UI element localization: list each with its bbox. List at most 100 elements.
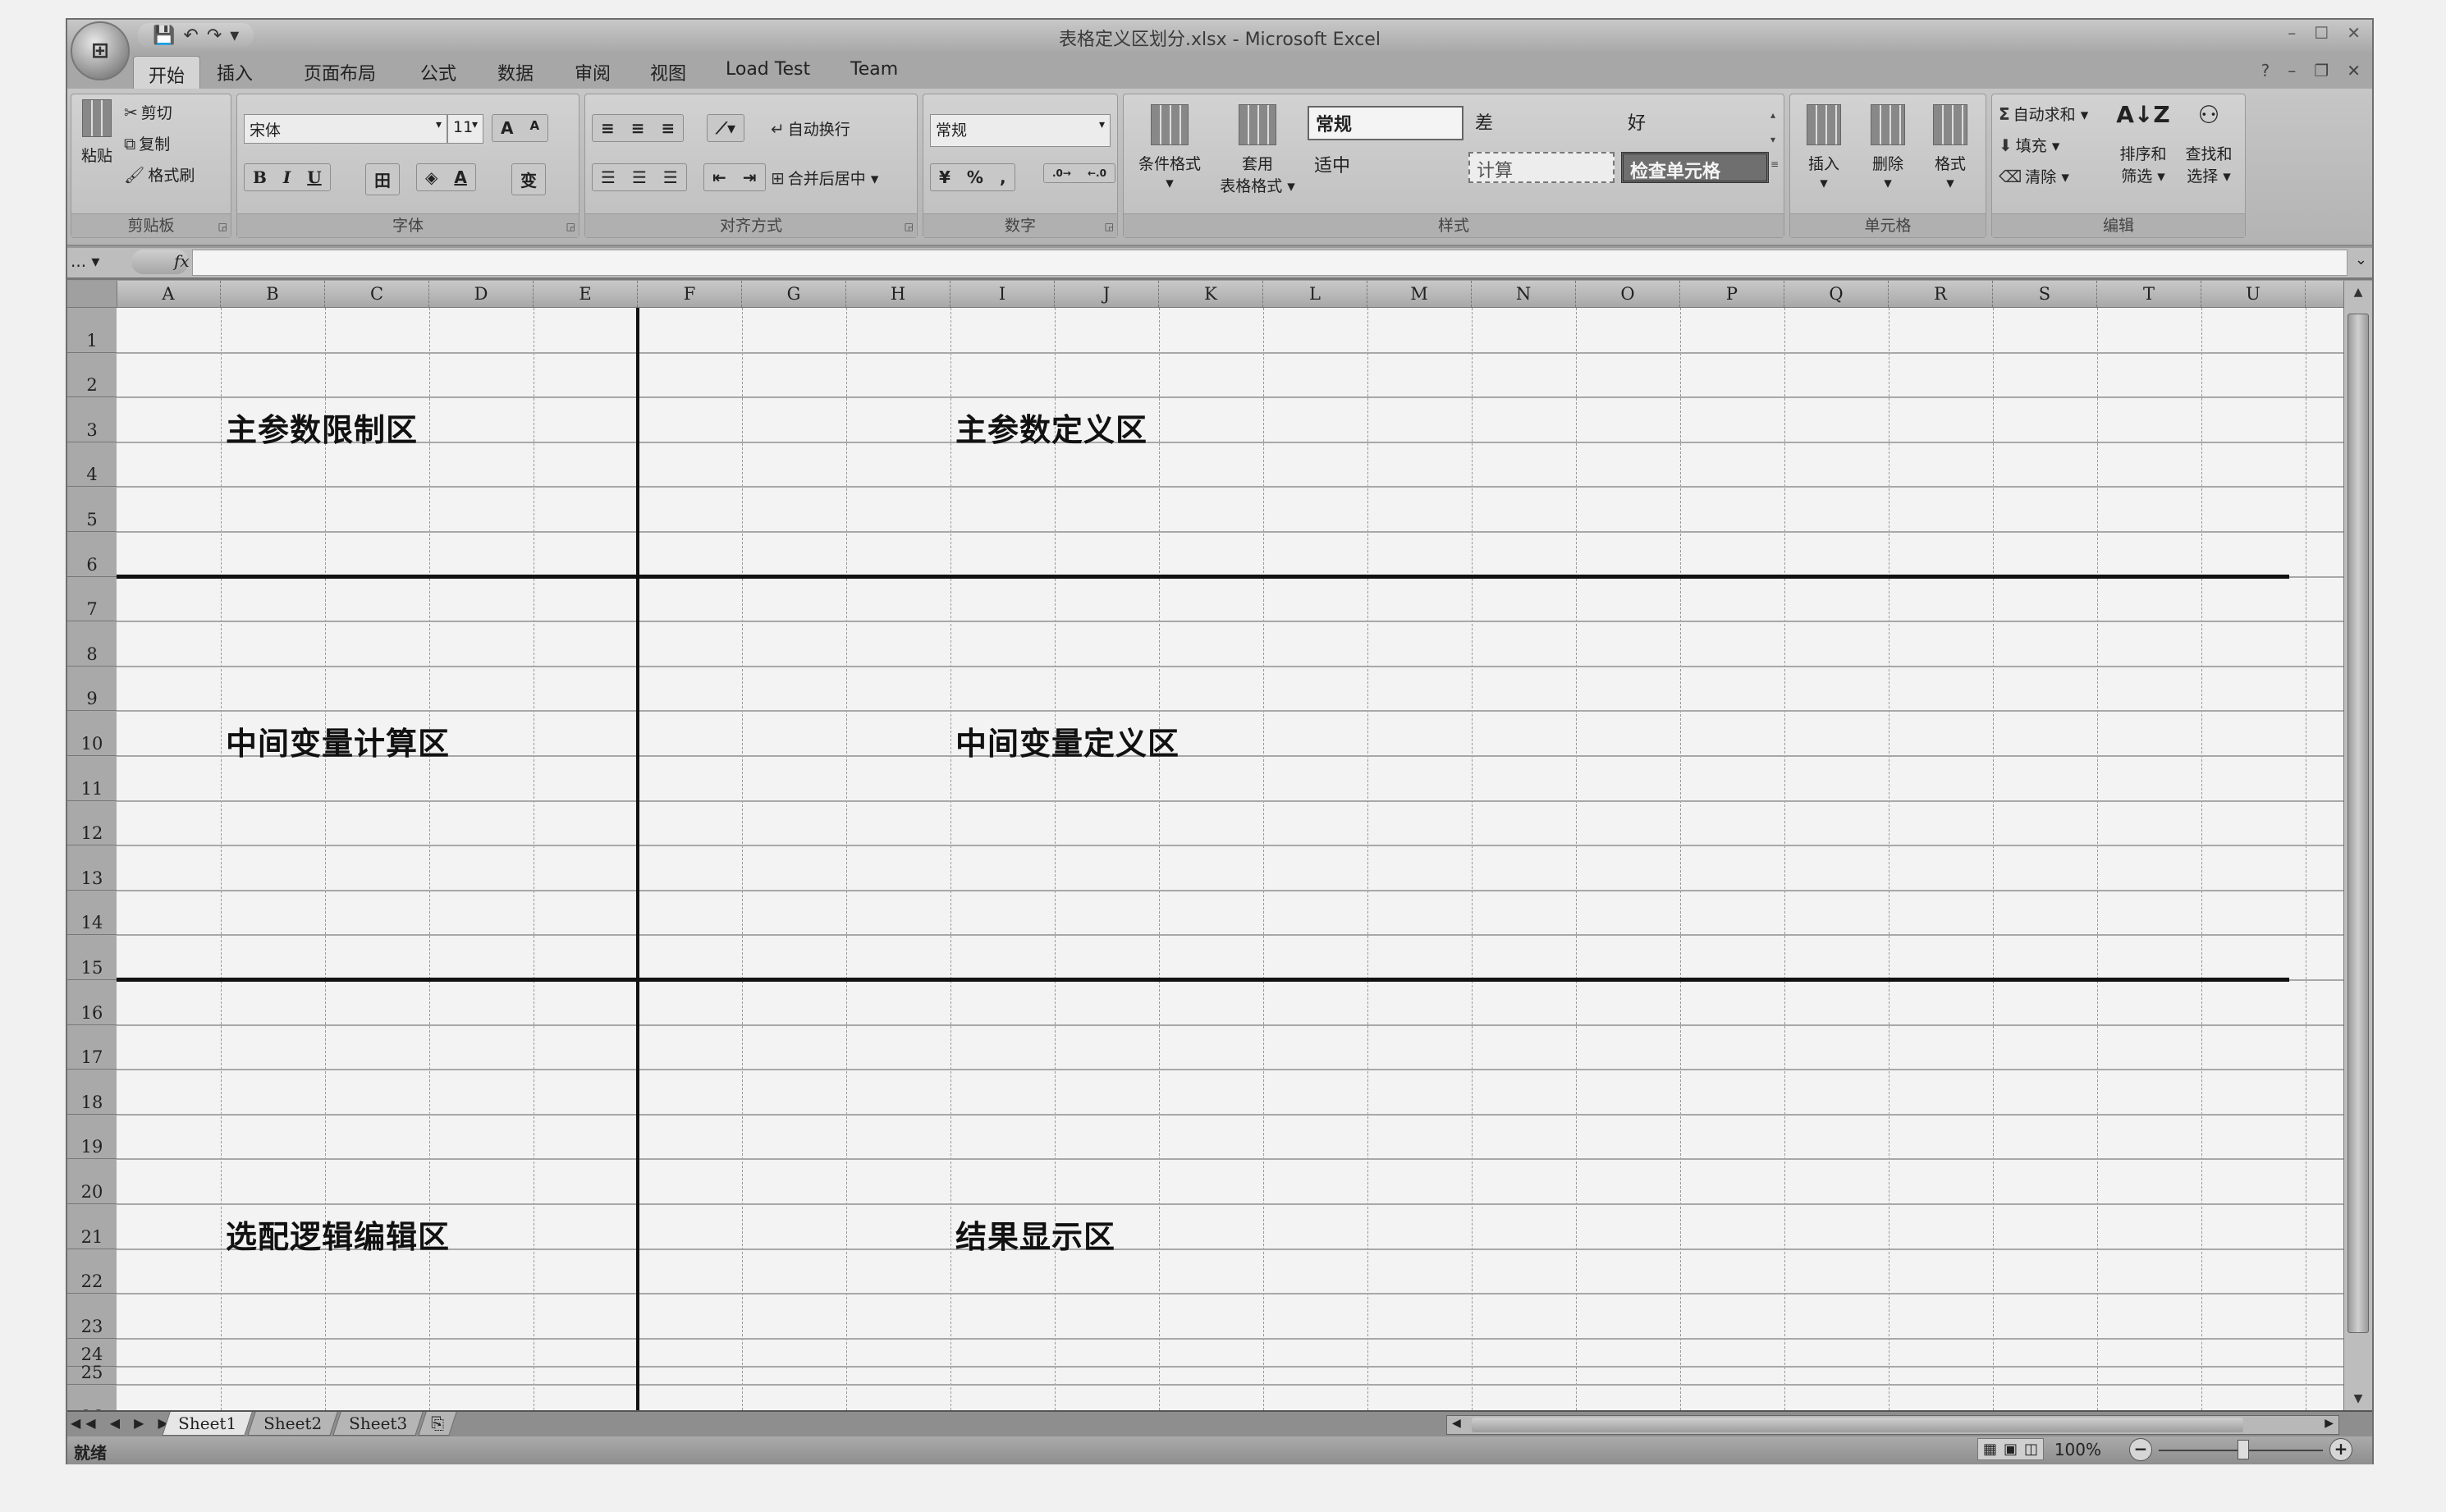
zoom-in-button[interactable]: + <box>2329 1438 2352 1461</box>
align-left-icon[interactable]: ☰ <box>593 164 624 190</box>
decrease-decimal-button[interactable]: ←.0 <box>1079 164 1115 182</box>
region-label[interactable]: 主参数定义区 <box>955 405 1147 450</box>
align-right-icon[interactable]: ☰ <box>655 164 686 190</box>
style-bad[interactable]: 差 <box>1468 106 1616 140</box>
column-header-j[interactable]: J <box>1055 281 1159 307</box>
column-header-q[interactable]: Q <box>1784 281 1889 307</box>
style-calculation[interactable]: 计算 <box>1468 152 1615 183</box>
underline-button[interactable]: U <box>299 164 329 190</box>
tab-formulas[interactable]: 公式 <box>420 59 456 85</box>
column-header-f[interactable]: F <box>638 281 742 307</box>
alignment-launcher-icon[interactable]: ◲ <box>905 221 914 232</box>
align-top-icon[interactable]: ≡ <box>593 115 623 141</box>
row-header-18[interactable]: 18 <box>67 1070 117 1115</box>
format-painter-button[interactable]: 🖌 格式刷 <box>124 163 195 186</box>
bold-button[interactable]: B <box>245 164 275 190</box>
scroll-right-icon[interactable]: ▶ <box>2325 1417 2334 1430</box>
number-launcher-icon[interactable]: ◲ <box>1105 221 1114 232</box>
style-neutral[interactable]: 适中 <box>1308 149 1463 183</box>
comma-button[interactable]: , <box>992 164 1015 190</box>
row-header-8[interactable]: 8 <box>67 621 117 667</box>
cell-area[interactable]: 主参数限制区 主参数定义区 中间变量计算区 中间变量定义区 选配逻辑编辑区 结果显示区 <box>117 308 2348 1410</box>
tab-insert[interactable]: 插入 <box>217 59 253 85</box>
increase-decimal-button[interactable]: .0→ <box>1044 164 1079 182</box>
column-header-t[interactable]: T <box>2097 281 2201 307</box>
style-normal[interactable]: 常规 <box>1308 106 1463 140</box>
region-label[interactable]: 结果显示区 <box>955 1212 1115 1257</box>
zoom-slider-thumb[interactable] <box>2238 1440 2249 1459</box>
row-header-1[interactable]: 1 <box>67 308 117 353</box>
insert-cells-button[interactable]: 插入 ▾ <box>1795 104 1853 192</box>
conditional-format-button[interactable]: 条件格式 ▾ <box>1129 104 1211 192</box>
percent-button[interactable]: % <box>959 164 992 190</box>
office-button[interactable]: ⊞ <box>71 21 130 80</box>
row-header-25[interactable]: 25 <box>67 1363 117 1385</box>
tab-home[interactable]: 开始 <box>133 56 201 93</box>
wrap-text-button[interactable]: ↵ 自动换行 <box>771 117 850 140</box>
align-middle-icon[interactable]: ≡ <box>623 115 653 141</box>
help-icon[interactable]: ? <box>2261 61 2270 80</box>
currency-button[interactable]: ¥ <box>931 164 959 190</box>
insert-function-button[interactable]: fx <box>174 251 190 271</box>
column-header-g[interactable]: G <box>742 281 846 307</box>
row-header-3[interactable]: 3 <box>67 397 117 442</box>
scroll-up-icon[interactable]: ▲ <box>2344 286 2372 299</box>
close-window-button[interactable]: ✕ <box>2347 23 2361 43</box>
font-launcher-icon[interactable]: ◲ <box>566 221 575 232</box>
normal-view-icon[interactable]: ▦ <box>1983 1441 1997 1458</box>
tab-data[interactable]: 数据 <box>497 59 534 85</box>
row-header-10[interactable]: 10 <box>67 711 117 756</box>
horizontal-scrollbar[interactable]: ◀ ▶ <box>1446 1415 2339 1435</box>
number-format-select[interactable]: 常规 ▾ <box>930 114 1111 147</box>
horizontal-scroll-thumb[interactable] <box>1472 1418 2243 1432</box>
row-header-6[interactable]: 6 <box>67 532 117 577</box>
worksheet-grid[interactable]: ABCDEFGHIJKLMNOPQRSTU 1 2 3 4 5 6 7 8 9 10 11 12 13 1… <box>67 281 2348 1410</box>
column-header-o[interactable]: O <box>1576 281 1680 307</box>
italic-button[interactable]: I <box>275 164 299 190</box>
vertical-scroll-thumb[interactable] <box>2348 314 2369 1333</box>
page-layout-view-icon[interactable]: ▣ <box>2004 1441 2018 1458</box>
row-header-11[interactable]: 11 <box>67 756 117 801</box>
region-label[interactable]: 中间变量计算区 <box>226 718 450 763</box>
row-header-9[interactable]: 9 <box>67 666 117 712</box>
row-header-20[interactable]: 20 <box>67 1159 117 1204</box>
maximize-window-button[interactable]: ☐ <box>2314 23 2329 43</box>
sheet-tab-sheet2[interactable]: Sheet2 <box>247 1412 338 1436</box>
region-label[interactable]: 主参数限制区 <box>226 405 418 450</box>
phonetic-button[interactable]: 变 <box>511 163 546 195</box>
scroll-down-icon[interactable]: ▼ <box>2344 1392 2372 1405</box>
minimize-window-button[interactable]: – <box>2288 23 2296 43</box>
font-color-icon[interactable]: A <box>446 164 474 190</box>
zoom-out-button[interactable]: − <box>2129 1438 2152 1461</box>
region-label[interactable]: 选配逻辑编辑区 <box>226 1212 450 1257</box>
autosum-button[interactable]: Σ 自动求和 ▾ <box>1999 103 2088 125</box>
row-header-21[interactable]: 21 <box>67 1204 117 1249</box>
row-header-13[interactable]: 13 <box>67 845 117 891</box>
column-header-n[interactable]: N <box>1472 281 1576 307</box>
row-header-12[interactable]: 12 <box>67 800 117 846</box>
paste-button[interactable]: 粘贴 <box>76 99 117 166</box>
row-header-16[interactable]: 16 <box>67 980 117 1025</box>
tab-load-test[interactable]: Load Test <box>726 59 810 80</box>
style-good[interactable]: 好 <box>1621 106 1769 140</box>
increase-indent-icon[interactable]: ⇥ <box>735 164 765 190</box>
scroll-left-icon[interactable]: ◀ <box>1452 1417 1461 1430</box>
column-header-r[interactable]: R <box>1889 281 1993 307</box>
restore-doc-button[interactable]: ❐ <box>2314 61 2329 80</box>
name-box[interactable]: ... ▾ <box>71 251 128 273</box>
delete-cells-button[interactable]: 删除 ▾ <box>1859 104 1917 192</box>
decrease-indent-icon[interactable]: ⇤ <box>704 164 735 190</box>
vertical-scrollbar[interactable]: ▲ ▼ <box>2343 281 2372 1410</box>
row-header-17[interactable]: 17 <box>67 1024 117 1070</box>
row-header-14[interactable]: 14 <box>67 890 117 936</box>
border-button[interactable]: 田 <box>365 163 400 195</box>
grow-font-button[interactable]: A <box>492 115 521 141</box>
row-header-4[interactable]: 4 <box>67 442 117 488</box>
zoom-level[interactable]: 100% <box>2054 1440 2101 1459</box>
shrink-font-button[interactable]: A <box>521 115 547 141</box>
minimize-doc-button[interactable]: – <box>2288 61 2296 80</box>
clear-button[interactable]: ⌫ 清除 ▾ <box>1999 165 2069 187</box>
copy-button[interactable]: ⧉ 复制 <box>124 132 170 154</box>
row-header-23[interactable]: 23 <box>67 1294 117 1339</box>
align-center-icon[interactable]: ☰ <box>624 164 655 190</box>
